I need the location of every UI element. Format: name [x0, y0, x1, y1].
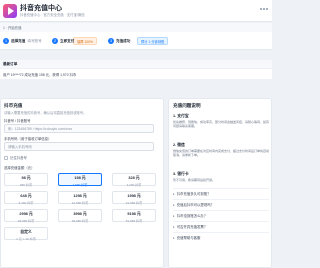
amount-option[interactable]: 1298 元 12,980 抖币 [58, 191, 102, 205]
amount-option[interactable]: 3998 元 39,980 抖币 [58, 209, 102, 223]
step-label: 立即支付 [60, 38, 75, 43]
douyin-logo-icon [3, 4, 17, 18]
help-section-title: 2. 微信 [173, 143, 185, 147]
account-input[interactable]: 例：123456789 / https://v.douyin.com/xxxx [4, 124, 154, 133]
notice-bar: 用户 19****72 成功充值 198 元，获得 1,970 抖币 [0, 69, 272, 79]
amount-option-custom[interactable]: 自定义 1 元 = 10 抖币 [4, 227, 48, 241]
amount-value: 3998 元 [73, 212, 87, 216]
app-header: 抖音充值中心 抖音充值中心 · 官方安全充值 · 支付宝/微信 [0, 0, 272, 22]
amount-coins: 980 抖币 [19, 183, 33, 187]
faq-label: 可否开具充值发票？ [176, 225, 208, 229]
amount-option[interactable]: 98 元 980 抖币 [4, 173, 48, 187]
amount-option[interactable]: 2998 元 29,980 抖币 [4, 209, 48, 223]
chevron-right-icon: ▸ [173, 202, 175, 207]
faq-label: 抖币没到账怎么办？ [176, 214, 208, 218]
amount-option-selected[interactable]: 198 元 1,980 抖币 [58, 173, 102, 187]
step-label: 选择充值 [11, 38, 26, 43]
recharge-desc: 请输入需要充值的抖音号，确认后将直接充值到该账号。 [4, 111, 87, 115]
phone-label: 手机号码（用于接收订单信息） [4, 137, 52, 141]
faq-item[interactable]: ▸ 充值帮助与客服 [173, 232, 269, 242]
help-section-text: 微信充值的订单需要在对应时间内完成支付，超过支付时间后订单将自动取消，请重新下单… [173, 149, 270, 158]
phone-input[interactable]: 请输入手机号码 [4, 142, 154, 151]
chevron-right-icon: ▸ [173, 213, 175, 218]
remember-checkbox[interactable]: 记住抖音号 [4, 155, 27, 160]
step-success: 3 充值成功 [108, 37, 130, 45]
notice-text: 用户 19****72 成功充值 198 元，获得 1,970 抖币 [3, 73, 77, 77]
amount-value: 198 元 [74, 176, 86, 180]
amount-option[interactable]: 1998 元 19,980 抖币 [112, 191, 156, 205]
amount-value: 1998 元 [127, 194, 141, 198]
help-panel: 充值问题说明 1. 支付宝 优先推荐，到账快，成功率高，部分时间会触发风控，请耐… [168, 98, 272, 268]
amount-coins: 6,480 抖币 [18, 201, 34, 205]
eta-badge: 预计 1 分钟到账 [137, 37, 169, 45]
step-breadcrumb: 1 · 开始充值 [0, 23, 272, 32]
more-menu-icon[interactable] [260, 8, 268, 12]
faq-item[interactable]: ▸ 可否开具充值发票？ [173, 221, 269, 231]
amount-value: 5198 元 [127, 212, 141, 216]
help-title: 充值问题说明 [173, 103, 201, 108]
amount-value: 自定义 [20, 230, 32, 234]
recharge-title: 抖币充值 [4, 103, 23, 108]
amount-coins: 12,980 抖币 [71, 201, 89, 205]
notice-header: 最新订单 [0, 60, 272, 68]
step-select: 1 选择充值 填写账号 [3, 37, 42, 45]
amount-coins: 39,980 抖币 [71, 219, 89, 223]
breadcrumb-text: 1 · 开始充值 [3, 26, 22, 30]
notice-title: 最新订单 [3, 62, 18, 66]
faq-item[interactable]: ▸ 抖币充值多久可到账？ [173, 188, 269, 198]
amount-value: 328 元 [128, 176, 140, 180]
amount-coins: 1,980 抖币 [72, 183, 88, 187]
amount-coins: 51,980 抖币 [125, 219, 143, 223]
app-subtitle: 抖音充值中心 · 官方安全充值 · 支付宝/微信 [20, 13, 85, 17]
chevron-right-icon: ▸ [173, 191, 175, 196]
amount-option[interactable]: 648 元 6,480 抖币 [4, 191, 48, 205]
step-pay: 2 立即支付 [52, 37, 74, 45]
amount-option[interactable]: 5198 元 51,980 抖币 [112, 209, 156, 223]
chevron-right-icon: ▸ [173, 224, 175, 229]
amount-coins: 19,980 抖币 [125, 201, 143, 205]
guarantee-badge: 保障 100% [73, 37, 97, 45]
chevron-right-icon: ▸ [173, 235, 175, 240]
step-number: 2 [52, 38, 58, 44]
help-section-text: 优先推荐，到账快，成功率高，部分时间会触发风控，请耐心等待，如有问题请联系客服。 [173, 120, 270, 129]
step-sub: 填写账号 [27, 38, 42, 43]
step-label: 充值成功 [116, 38, 131, 43]
help-section-title: 3. 银行卡 [173, 172, 189, 176]
faq-label: 充值后抖币可以提现吗？ [176, 203, 214, 207]
amount-coins: 29,980 抖币 [17, 219, 35, 223]
faq-item[interactable]: ▸ 充值后抖币可以提现吗？ [173, 199, 269, 209]
amount-value: 648 元 [20, 194, 32, 198]
account-label: 抖音号 / 抖音账号 [4, 119, 31, 123]
recharge-panel: 抖币充值 请输入需要充值的抖音号，确认后将直接充值到该账号。 抖音号 / 抖音账… [0, 98, 164, 268]
amount-coins: 3,280 抖币 [126, 183, 142, 187]
step-number: 3 [108, 38, 114, 44]
faq-label: 抖币充值多久可到账？ [176, 192, 211, 196]
remember-label: 记住抖音号 [10, 156, 27, 160]
help-section-text: 暂不可用，敬请期待后续开通。 [173, 178, 216, 182]
amount-value: 98 元 [21, 176, 31, 180]
amount-label: 选择充值金额（元） [4, 166, 35, 170]
amount-coins: 1 元 = 10 抖币 [16, 237, 36, 241]
amount-value: 1298 元 [73, 194, 87, 198]
amount-value: 2998 元 [19, 212, 33, 216]
faq-item[interactable]: ▸ 抖币没到账怎么办？ [173, 210, 269, 220]
checkbox-icon [4, 155, 8, 160]
help-section-title: 1. 支付宝 [173, 114, 189, 118]
faq-label: 充值帮助与客服 [176, 236, 201, 240]
amount-option[interactable]: 328 元 3,280 抖币 [112, 173, 156, 187]
step-number: 1 [3, 38, 9, 44]
step-bar: 1 选择充值 填写账号 保障 100% 2 立即支付 3 充值成功 预计 1 分… [0, 32, 272, 50]
